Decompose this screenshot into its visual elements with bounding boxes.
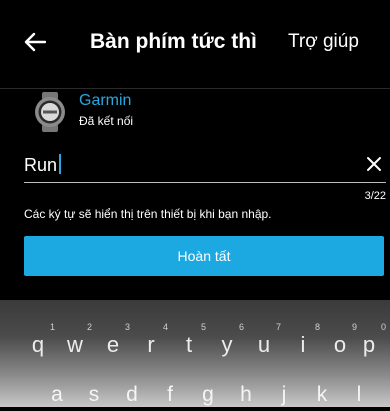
key-f[interactable]: f — [153, 383, 187, 407]
key-letter: y — [221, 332, 233, 357]
device-name: Garmin — [79, 92, 132, 109]
close-icon — [367, 157, 381, 171]
key-letter: w — [67, 332, 83, 357]
key-a[interactable]: a — [40, 383, 74, 407]
hint-text: Các ký tự sẽ hiển thị trên thiết bị khi … — [24, 207, 272, 221]
key-t[interactable]: 5t — [172, 320, 206, 370]
key-letter: i — [300, 332, 306, 357]
key-letter: q — [31, 332, 45, 357]
key-u[interactable]: 7u — [247, 320, 281, 370]
header-divider — [0, 88, 390, 89]
keyboard-row-1: 1q 2w 3e 4r 5t 6y 7u 8i 9o 0p — [0, 320, 390, 370]
key-l[interactable]: l — [342, 383, 376, 407]
key-number: 1 — [49, 322, 55, 332]
key-letter: e — [106, 332, 120, 357]
key-number: 0 — [380, 322, 386, 332]
message-input[interactable]: Run — [24, 152, 386, 183]
key-letter: r — [147, 332, 155, 357]
device-status: Đã kết nối — [79, 114, 134, 128]
watch-icon — [35, 92, 65, 132]
key-d[interactable]: d — [115, 383, 149, 407]
key-number: 7 — [275, 322, 281, 332]
key-s[interactable]: s — [77, 383, 111, 407]
key-g[interactable]: g — [191, 383, 225, 407]
key-q[interactable]: 1q — [21, 320, 55, 370]
app-header: Bàn phím tức thì Trợ giúp — [0, 0, 390, 88]
key-number: 2 — [86, 322, 92, 332]
character-counter: 3/22 — [364, 190, 386, 202]
key-number: 6 — [238, 322, 244, 332]
help-button[interactable]: Trợ giúp — [288, 31, 359, 53]
page-title: Bàn phím tức thì — [90, 30, 257, 53]
message-input-text[interactable]: Run — [24, 154, 62, 176]
soft-keyboard: 1q 2w 3e 4r 5t 6y 7u 8i 9o 0p a s d f g … — [0, 300, 390, 407]
key-k[interactable]: k — [305, 383, 339, 407]
key-p[interactable]: 0p — [352, 320, 386, 370]
device-row: Garmin Đã kết nối — [22, 92, 390, 150]
key-number: 4 — [162, 322, 168, 332]
key-e[interactable]: 3e — [96, 320, 130, 370]
message-input-value: Run — [24, 155, 58, 175]
arrow-left-icon — [24, 32, 46, 52]
key-j[interactable]: j — [267, 383, 301, 407]
key-r[interactable]: 4r — [134, 320, 168, 370]
text-caret — [59, 154, 62, 174]
key-w[interactable]: 2w — [58, 320, 92, 370]
key-number: 5 — [200, 322, 206, 332]
clear-button[interactable] — [366, 152, 382, 178]
key-number: 3 — [124, 322, 130, 332]
key-letter: u — [257, 332, 271, 357]
key-letter: t — [185, 332, 193, 357]
key-y[interactable]: 6y — [210, 320, 245, 370]
key-number: 8 — [314, 322, 320, 332]
key-h[interactable]: h — [229, 383, 263, 407]
done-button[interactable]: Hoàn tất — [24, 236, 384, 276]
key-letter: p — [362, 332, 376, 357]
key-i[interactable]: 8i — [286, 320, 320, 370]
back-button[interactable] — [22, 28, 48, 56]
